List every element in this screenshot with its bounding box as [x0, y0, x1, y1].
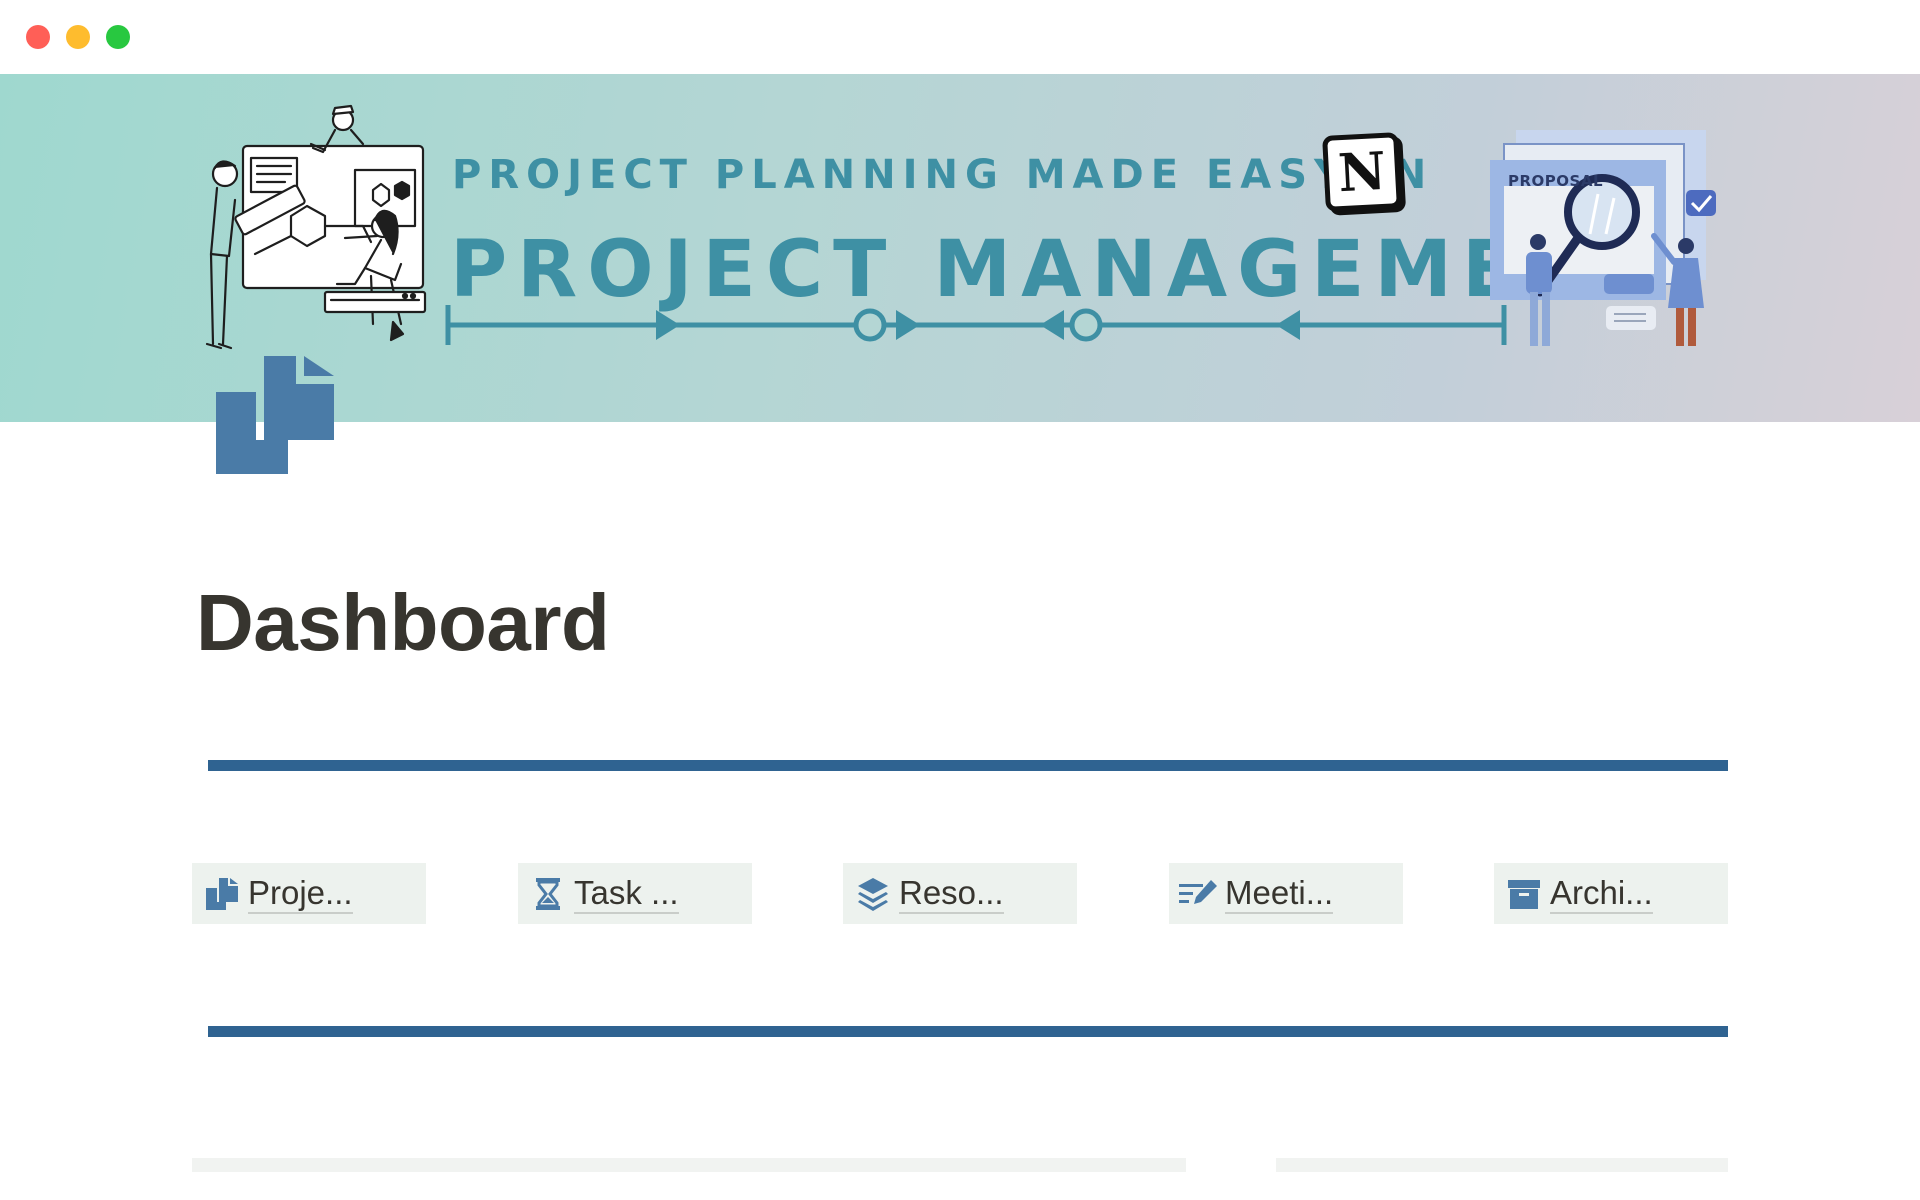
documents-icon	[216, 356, 334, 474]
link-meetings-label: Meeti...	[1225, 874, 1334, 914]
content-block-left	[192, 1158, 1186, 1172]
divider-bottom	[208, 1026, 1728, 1037]
link-projects-label: Proje...	[248, 874, 353, 914]
notion-logo-letter: N	[1336, 140, 1388, 204]
cover-headline: PROJECT PLANNING MADE EASY IN	[452, 152, 1434, 198]
proposal-review-illustration	[1490, 130, 1716, 346]
page-icon-button[interactable]	[216, 356, 336, 481]
edit-list-icon	[1179, 874, 1219, 914]
archive-box-icon	[1504, 874, 1544, 914]
close-window-button[interactable]	[26, 25, 50, 49]
minimize-window-button[interactable]	[66, 25, 90, 49]
divider-top	[208, 760, 1728, 771]
link-projects[interactable]: Proje...	[192, 863, 426, 924]
notion-logo-icon: N	[1322, 132, 1402, 212]
timeline-arrow-decoration	[445, 305, 1507, 345]
link-archive-label: Archi...	[1550, 874, 1653, 914]
link-tasks[interactable]: Task ...	[518, 863, 752, 924]
layers-icon	[853, 874, 893, 914]
link-resources-label: Reso...	[899, 874, 1004, 914]
window-titlebar	[0, 0, 1920, 74]
team-collaboration-illustration	[205, 104, 427, 350]
link-tasks-label: Task ...	[574, 874, 679, 914]
link-resources[interactable]: Reso...	[843, 863, 1077, 924]
documents-icon	[202, 874, 242, 914]
link-meetings[interactable]: Meeti...	[1169, 863, 1403, 924]
zoom-window-button[interactable]	[106, 25, 130, 49]
hourglass-icon	[528, 874, 568, 914]
content-block-right	[1276, 1158, 1728, 1172]
page-title[interactable]: Dashboard	[196, 577, 610, 669]
proposal-label: PROPOSAL	[1508, 172, 1604, 190]
link-archive[interactable]: Archi...	[1494, 863, 1728, 924]
